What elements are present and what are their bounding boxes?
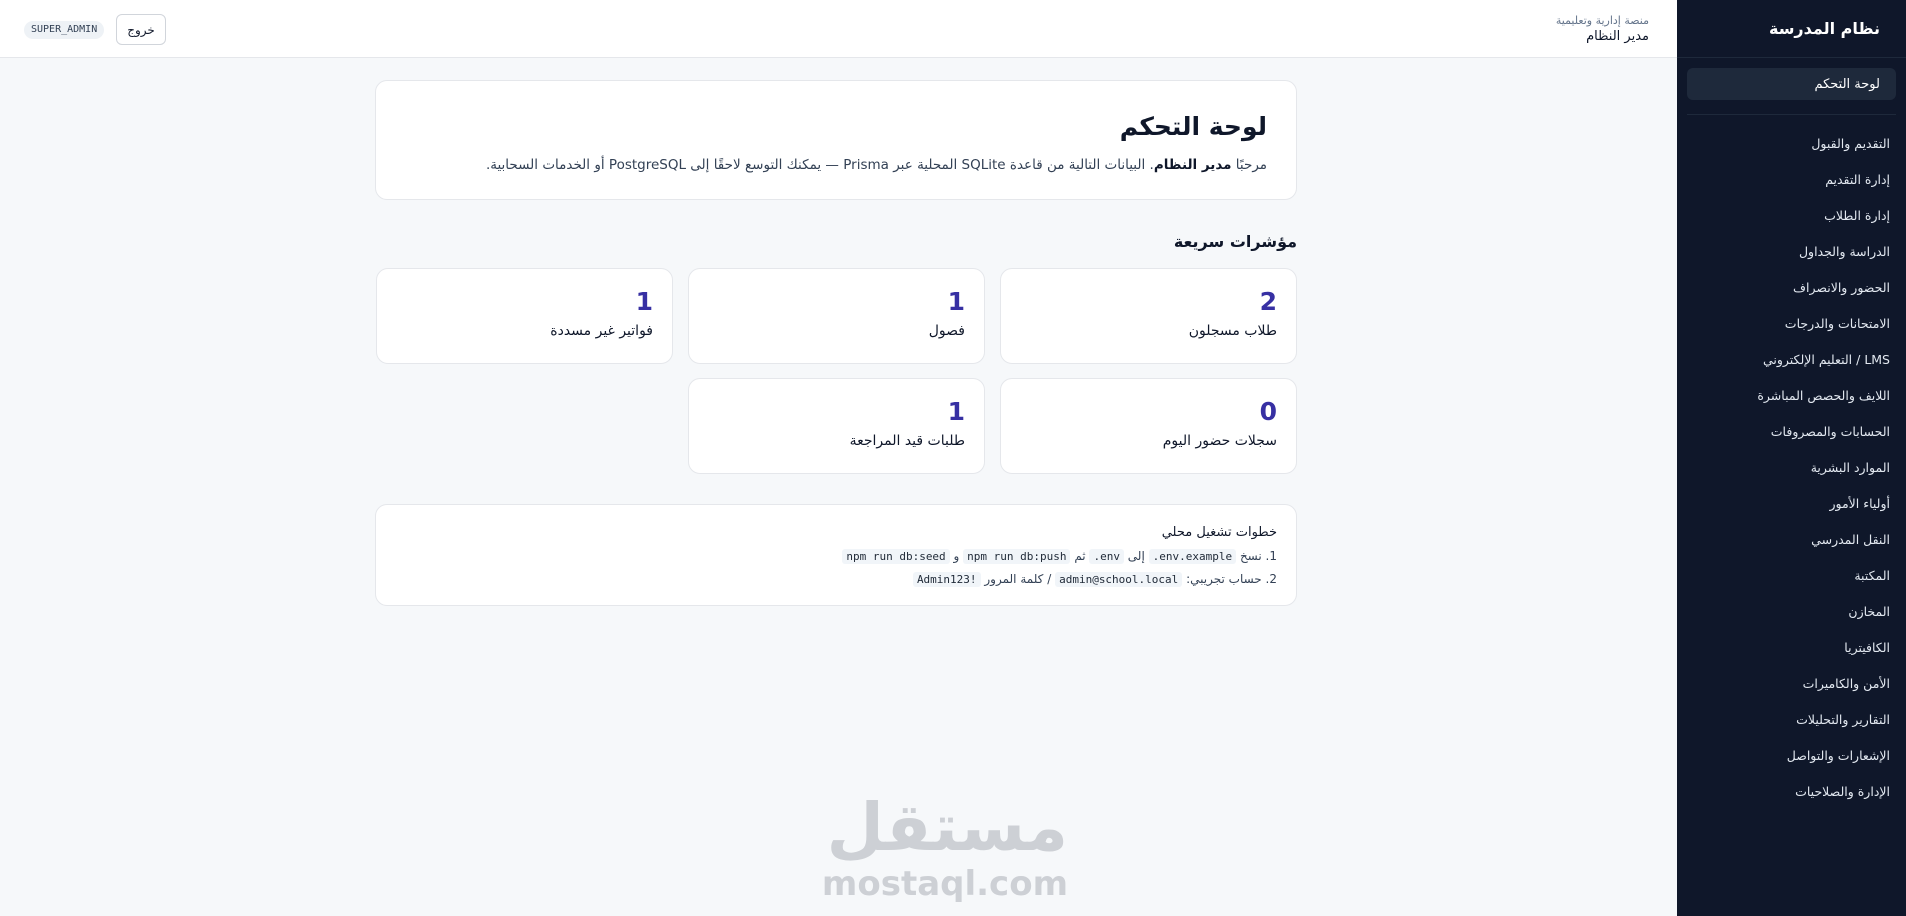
main-content: لوحة التحكم مرحبًا مدير النظام. البيانات… — [375, 80, 1297, 606]
sidebar-item-hr[interactable]: الموارد البشرية — [1687, 449, 1890, 485]
user-info: منصة إدارية وتعليمية مدير النظام — [1556, 13, 1649, 46]
step1-then: ثم — [1074, 549, 1086, 563]
local-setup-title: خطوات تشغيل محلي — [1161, 525, 1277, 540]
sidebar-title: نظام المدرسة — [1677, 0, 1906, 58]
stat-card-students: 2 طلاب مسجلون — [1000, 268, 1297, 364]
sidebar-item-exams-grades[interactable]: الامتحانات والدرجات — [1687, 305, 1890, 341]
code-db-push: npm run db:push — [963, 549, 1071, 564]
step2-prefix: 2. حساب تجريبي: — [1186, 572, 1277, 586]
stat-label: فواتير غير مسددة — [550, 323, 653, 339]
stat-value: 1 — [947, 287, 965, 316]
stat-value: 0 — [1259, 397, 1277, 426]
stat-card-unpaid-invoices: 1 فواتير غير مسددة — [376, 268, 673, 364]
sidebar-item-accounts-fees[interactable]: الحسابات والمصروفات — [1687, 413, 1890, 449]
code-db-seed: npm run db:seed — [842, 549, 950, 564]
user-role-name: مدير النظام — [1586, 29, 1649, 44]
top-bar: منصة إدارية وتعليمية مدير النظام خروج SU… — [0, 0, 1677, 58]
page-title: لوحة التحكم — [1119, 112, 1267, 141]
sidebar-item-warehouses[interactable]: المخازن — [1687, 593, 1890, 629]
code-demo-email: admin@school.local — [1055, 572, 1183, 587]
sidebar-item-dashboard[interactable]: لوحة التحكم — [1687, 68, 1896, 100]
setup-step-2: 2. حساب تجريبي: admin@school.local / كلم… — [395, 570, 1277, 589]
sidebar-item-library[interactable]: المكتبة — [1687, 557, 1890, 593]
top-bar-actions: خروج SUPER_ADMIN — [24, 14, 166, 45]
stat-card-classes: 1 فصول — [688, 268, 985, 364]
step1-prefix: 1. نسخ — [1239, 549, 1277, 563]
sidebar-item-reports-analytics[interactable]: التقارير والتحليلات — [1687, 701, 1890, 737]
logout-button[interactable]: خروج — [116, 14, 166, 45]
stat-label: طلاب مسجلون — [1188, 323, 1277, 339]
step1-and: و — [953, 549, 960, 563]
code-demo-password: Admin123! — [912, 572, 981, 587]
watermark-arabic: مستقل — [826, 789, 1068, 866]
role-badge: SUPER_ADMIN — [24, 20, 105, 39]
app-root: نظام المدرسة لوحة التحكم التقديم والقبول… — [0, 0, 1906, 916]
quick-stats-title: مؤشرات سريعة — [1173, 232, 1297, 251]
sidebar-item-cafeteria[interactable]: الكافيتريا — [1687, 629, 1890, 665]
sidebar-item-attendance[interactable]: الحضور والانصراف — [1687, 269, 1890, 305]
sidebar-item-lms[interactable]: LMS / التعليم الإلكتروني — [1687, 341, 1890, 377]
platform-subtitle: منصة إدارية وتعليمية — [1555, 14, 1649, 27]
stat-label: فصول — [928, 323, 965, 339]
sidebar-item-security-cameras[interactable]: الأمن والكاميرات — [1687, 665, 1890, 701]
stat-value: 2 — [1259, 287, 1277, 316]
mostaql-watermark: مستقل mostaql.com — [821, 789, 1068, 904]
local-setup-card: خطوات تشغيل محلي 1. نسخ .env.example إلى… — [375, 504, 1297, 606]
sidebar-item-applications-management[interactable]: إدارة التقديم — [1687, 161, 1890, 197]
sidebar-item-live-classes[interactable]: اللايف والحصص المباشرة — [1687, 377, 1890, 413]
step2-sep: / كلمة المرور — [984, 572, 1052, 586]
sidebar-item-transport[interactable]: النقل المدرسي — [1687, 521, 1890, 557]
welcome-body: . البيانات التالية من قاعدة SQLite المحل… — [485, 157, 1154, 173]
sidebar-divider — [1687, 114, 1896, 115]
stat-label: طلبات قيد المراجعة — [849, 433, 965, 449]
sidebar-nav-list: التقديم والقبول إدارة التقديم إدارة الطل… — [1677, 125, 1906, 809]
intro-card: لوحة التحكم مرحبًا مدير النظام. البيانات… — [375, 80, 1297, 200]
code-env: .env — [1089, 549, 1124, 564]
sidebar-item-admin-permissions[interactable]: الإدارة والصلاحيات — [1687, 773, 1890, 809]
sidebar-item-study-schedules[interactable]: الدراسة والجداول — [1687, 233, 1890, 269]
sidebar-item-admissions[interactable]: التقديم والقبول — [1687, 125, 1890, 161]
welcome-text: مرحبًا مدير النظام. البيانات التالية من … — [405, 155, 1267, 175]
stat-card-attendance-today: 0 سجلات حضور اليوم — [1000, 378, 1297, 474]
welcome-user-name: مدير النظام — [1153, 157, 1232, 173]
sidebar-item-notifications[interactable]: الإشعارات والتواصل — [1687, 737, 1890, 773]
sidebar-item-parents[interactable]: أولياء الأمور — [1687, 485, 1890, 521]
sidebar: نظام المدرسة لوحة التحكم التقديم والقبول… — [1677, 0, 1906, 916]
step1-to: إلى — [1127, 549, 1145, 563]
stats-grid: 2 طلاب مسجلون 1 فصول 1 فواتير غير مسددة … — [375, 268, 1297, 474]
stat-card-pending-requests: 1 طلبات قيد المراجعة — [688, 378, 985, 474]
welcome-prefix: مرحبًا — [1235, 157, 1267, 173]
stat-value: 1 — [947, 397, 965, 426]
stat-value: 1 — [635, 287, 653, 316]
sidebar-item-students[interactable]: إدارة الطلاب — [1687, 197, 1890, 233]
setup-step-1: 1. نسخ .env.example إلى .env ثم npm run … — [395, 547, 1277, 566]
code-env-example: .env.example — [1148, 549, 1237, 564]
watermark-latin: mostaql.com — [821, 864, 1068, 904]
stat-label: سجلات حضور اليوم — [1162, 433, 1277, 449]
